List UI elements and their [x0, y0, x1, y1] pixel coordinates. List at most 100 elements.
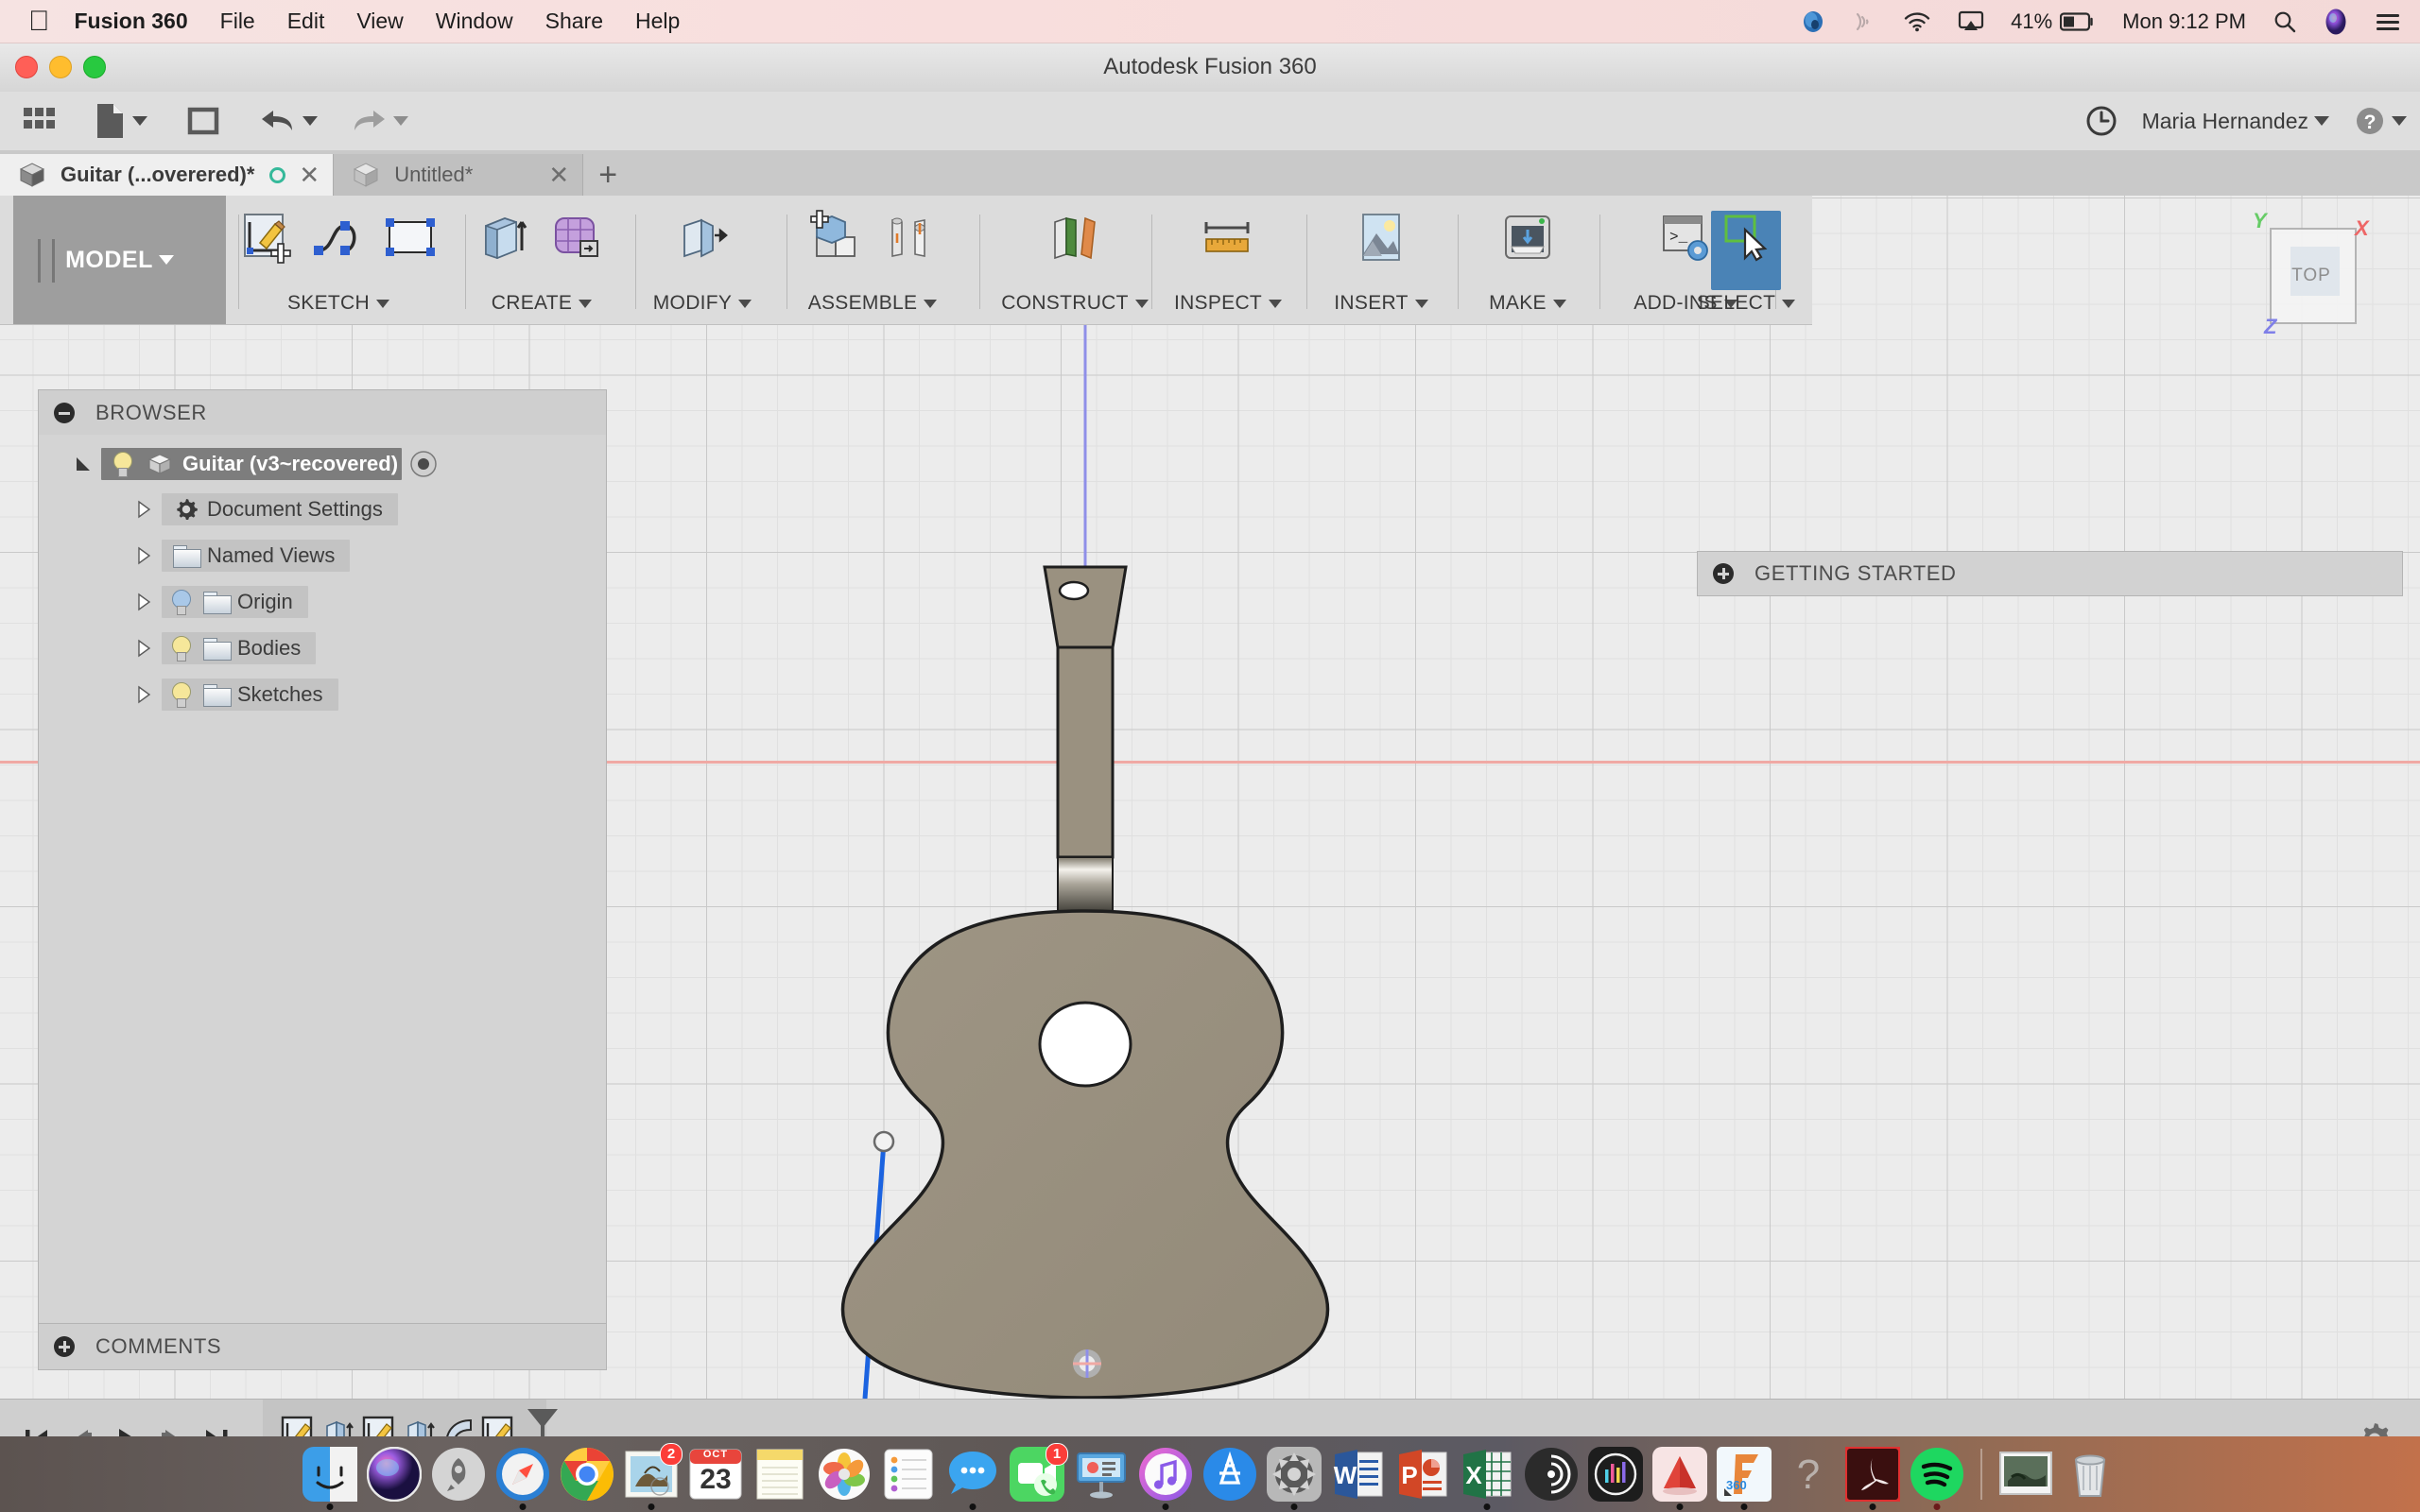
tree-item-origin[interactable]: Origin	[133, 586, 308, 618]
tree-row-document-settings-pill[interactable]: Document Settings	[162, 493, 398, 525]
tree-row-bodies-pill[interactable]: Bodies	[162, 632, 317, 664]
save-icon[interactable]	[185, 92, 221, 150]
dock-item-finder[interactable]	[302, 1447, 357, 1510]
twisty-collapsed-icon[interactable]	[133, 684, 154, 705]
dock-item-safari[interactable]	[495, 1447, 550, 1510]
dock-item-unknown-app[interactable]: ?	[1781, 1447, 1836, 1502]
app-grid-icon[interactable]	[21, 92, 57, 150]
ribbon-grip-handle[interactable]	[38, 239, 55, 283]
twisty-collapsed-icon[interactable]	[133, 545, 154, 566]
dock-item-fing[interactable]	[1524, 1447, 1579, 1502]
wifi-icon[interactable]	[1903, 10, 1931, 32]
collapse-minus-icon[interactable]	[54, 403, 75, 423]
screen-mirroring-icon[interactable]	[1958, 10, 1984, 33]
help-button[interactable]: ?	[2354, 92, 2407, 150]
panel-sketch[interactable]: SKETCH	[244, 196, 435, 324]
select-cursor-icon[interactable]	[1717, 209, 1775, 267]
panel-assemble[interactable]: ASSEMBLE	[792, 196, 953, 324]
dock-item-messages[interactable]	[945, 1447, 1000, 1510]
browser-tree[interactable]: Guitar (v3~recovered) Document Settings …	[38, 435, 607, 1324]
dock-item-trash[interactable]	[2063, 1447, 2118, 1502]
getting-started-panel-header[interactable]: GETTING STARTED	[1697, 551, 2403, 596]
redo-icon[interactable]	[350, 92, 408, 150]
panel-select[interactable]: SELECT	[1686, 196, 1806, 324]
create-form-icon[interactable]	[548, 209, 607, 267]
component-visibility-toggle-icon[interactable]	[409, 450, 438, 478]
tree-item-document-settings[interactable]: Document Settings	[133, 493, 398, 525]
dock-item-audio-mixer[interactable]	[1588, 1447, 1643, 1502]
press-pull-icon[interactable]	[673, 209, 732, 267]
dock-item-calendar[interactable]: OCT 23	[688, 1447, 743, 1502]
insert-image-icon[interactable]	[1352, 209, 1410, 267]
tree-row-origin-pill[interactable]: Origin	[162, 586, 308, 618]
panel-construct[interactable]: CONSTRUCT	[985, 196, 1165, 324]
notification-center-icon[interactable]	[2375, 10, 2401, 33]
panel-create[interactable]: CREATE	[471, 196, 613, 324]
extrude-icon[interactable]	[476, 209, 535, 267]
dock-item-chrome[interactable]	[560, 1447, 614, 1502]
job-status-clock-icon[interactable]	[2085, 105, 2118, 137]
expand-plus-icon[interactable]	[54, 1336, 75, 1357]
dropbox-icon[interactable]	[1801, 9, 1825, 34]
create-sketch-icon[interactable]	[237, 209, 296, 267]
close-tab-icon[interactable]: ✕	[548, 163, 569, 187]
dock-item-spotify[interactable]	[1910, 1447, 1964, 1510]
rectangle-icon[interactable]	[381, 209, 440, 267]
user-account-button[interactable]: Maria Hernandez	[2142, 92, 2329, 150]
twisty-collapsed-icon[interactable]	[133, 592, 154, 612]
dock-item-facetime[interactable]: 1	[1010, 1443, 1068, 1502]
new-document-icon[interactable]	[95, 92, 147, 150]
design-canvas[interactable]: MODEL SKETCH CREATE MODIFY ASSEMBLE CONS…	[0, 196, 2420, 1399]
dock-item-autocad[interactable]	[1652, 1447, 1707, 1510]
dock-item-app-store[interactable]	[1202, 1447, 1257, 1502]
dock-item-mail[interactable]: 2	[624, 1443, 683, 1510]
dock-item-itunes[interactable]	[1138, 1447, 1193, 1510]
tree-item-guitar[interactable]: Guitar (v3~recovered)	[73, 448, 438, 480]
tree-item-named-views[interactable]: Named Views	[133, 540, 351, 572]
new-tab-button[interactable]: +	[583, 154, 632, 196]
visibility-bulb-icon[interactable]	[171, 682, 191, 708]
origin-point-icon[interactable]	[1071, 1348, 1103, 1380]
panel-insert[interactable]: INSERT	[1312, 196, 1450, 324]
browser-panel-header[interactable]: BROWSER	[38, 389, 607, 437]
apple-icon[interactable]: 	[28, 7, 50, 36]
panel-inspect[interactable]: INSPECT	[1157, 196, 1299, 324]
tree-row-guitar-pill[interactable]: Guitar (v3~recovered)	[101, 448, 402, 480]
dock-item-system-preferences[interactable]	[1267, 1447, 1322, 1510]
search-icon[interactable]	[2273, 9, 2297, 34]
tree-row-named-views-pill[interactable]: Named Views	[162, 540, 351, 572]
menu-edit[interactable]: Edit	[287, 9, 325, 34]
view-cube[interactable]: TOP Y X Z	[2253, 209, 2369, 338]
menu-help[interactable]: Help	[635, 9, 680, 34]
dock-item-fusion-360[interactable]: 360	[1717, 1447, 1772, 1510]
dock-item-microsoft-word[interactable]: W	[1331, 1447, 1386, 1502]
menu-app-name[interactable]: Fusion 360	[75, 9, 188, 34]
dock-item-microsoft-powerpoint[interactable]: P	[1395, 1447, 1450, 1502]
workspace-switcher-button[interactable]: MODEL	[13, 196, 226, 324]
dock-item-downloads-stack[interactable]	[1998, 1447, 2053, 1502]
expand-plus-icon[interactable]	[1713, 563, 1734, 584]
dock-item-siri[interactable]	[366, 1446, 423, 1503]
undo-icon[interactable]	[259, 92, 318, 150]
twisty-expanded-icon[interactable]	[73, 454, 94, 474]
menu-view[interactable]: View	[356, 9, 403, 34]
siri-icon[interactable]	[2324, 8, 2348, 36]
twisty-collapsed-icon[interactable]	[133, 499, 154, 520]
document-tab-guitar[interactable]: Guitar (...overered)* ✕	[0, 154, 335, 196]
comments-panel-header[interactable]: COMMENTS	[38, 1323, 607, 1370]
tree-item-sketches[interactable]: Sketches	[133, 679, 338, 711]
airplay-audio-icon[interactable]	[1852, 10, 1876, 33]
menu-window[interactable]: Window	[436, 9, 513, 34]
offset-plane-icon[interactable]	[1046, 209, 1104, 267]
3d-print-icon[interactable]	[1498, 209, 1557, 267]
joint-icon[interactable]	[879, 209, 938, 267]
dock-item-launchpad[interactable]	[431, 1447, 486, 1502]
tree-item-bodies[interactable]: Bodies	[133, 632, 317, 664]
visibility-bulb-icon[interactable]	[171, 636, 191, 662]
measure-icon[interactable]	[1199, 209, 1257, 267]
spline-icon[interactable]	[309, 209, 368, 267]
panel-modify[interactable]: MODIFY	[641, 196, 764, 324]
tree-row-sketches-pill[interactable]: Sketches	[162, 679, 338, 711]
dock-item-adobe-acrobat[interactable]	[1843, 1445, 1902, 1510]
visibility-bulb-icon[interactable]	[171, 590, 191, 615]
